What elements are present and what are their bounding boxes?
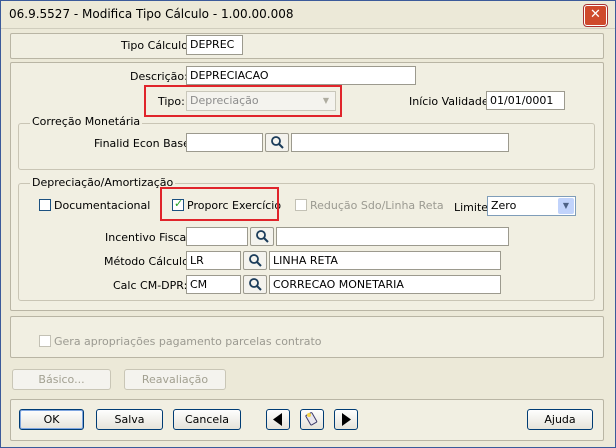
reavaliacao-button[interactable]: Reavaliação — [124, 369, 226, 390]
search-icon — [249, 278, 262, 291]
dialog-window: 06.9.5527 - Modifica Tipo Cálculo - 1.00… — [0, 0, 616, 448]
cancela-button[interactable]: Cancela — [173, 409, 241, 430]
gera-label: Gera apropriações pagamento parcelas con… — [54, 335, 322, 348]
descricao-label: Descrição: — [130, 70, 188, 83]
reducao-label: Redução Sdo/Linha Reta — [310, 199, 444, 212]
previous-button[interactable] — [266, 409, 290, 430]
descricao-field[interactable]: DEPRECIACAO — [186, 66, 416, 85]
highlight-tipo — [144, 85, 342, 117]
incentivo-label: Incentivo Fiscal: — [105, 231, 193, 244]
gera-checkbox[interactable] — [39, 335, 51, 347]
close-button[interactable]: ✕ — [584, 5, 607, 26]
documentacional-checkbox[interactable] — [39, 199, 51, 211]
limite-select[interactable]: Zero ▼ — [487, 196, 576, 216]
window-title: 06.9.5527 - Modifica Tipo Cálculo - 1.00… — [9, 7, 294, 21]
calc-cm-dpr-desc-field[interactable]: CORRECAO MONETARIA — [269, 275, 501, 294]
search-icon — [249, 254, 262, 267]
next-button[interactable] — [334, 409, 358, 430]
chevron-down-icon: ▼ — [558, 198, 574, 214]
calc-cm-dpr-label: Calc CM-DPR: — [113, 279, 188, 292]
search-navigation-button[interactable] — [300, 409, 324, 430]
incentivo-code-field[interactable] — [186, 227, 248, 246]
incentivo-desc-field[interactable] — [276, 227, 509, 246]
finalid-desc-field[interactable] — [291, 133, 509, 152]
salva-button[interactable]: Salva — [96, 409, 163, 430]
metodo-desc-field[interactable]: LINHA RETA — [269, 251, 501, 270]
calc-cm-dpr-search-button[interactable] — [243, 275, 267, 294]
reducao-checkbox[interactable] — [295, 199, 307, 211]
metodo-search-button[interactable] — [243, 251, 267, 270]
ajuda-button[interactable]: Ajuda — [527, 409, 593, 430]
basico-button[interactable]: Básico... — [12, 369, 111, 390]
triangle-right-icon — [342, 413, 351, 426]
incentivo-search-button[interactable] — [250, 227, 274, 246]
calc-cm-dpr-code-field[interactable]: CM — [186, 275, 241, 294]
finalid-code-field[interactable] — [186, 133, 263, 152]
tipo-calculo-label: Tipo Cálculo: — [121, 39, 192, 52]
correcao-group-title: Correção Monetária — [30, 115, 143, 128]
limite-select-value: Zero — [491, 199, 517, 212]
header-panel — [10, 33, 604, 59]
metodo-label: Método Cálculo: — [104, 255, 193, 268]
finalid-label: Finalid Econ Base: — [94, 137, 194, 150]
search-icon — [271, 136, 284, 149]
search-icon — [256, 230, 269, 243]
triangle-left-icon — [273, 413, 282, 426]
inicio-validade-field[interactable]: 01/01/0001 — [486, 91, 565, 110]
title-bar: 06.9.5527 - Modifica Tipo Cálculo - 1.00… — [1, 1, 615, 29]
inicio-validade-label: Início Validade: — [409, 95, 493, 108]
tipo-calculo-field[interactable]: DEPREC — [186, 35, 243, 55]
highlight-proporc — [160, 187, 279, 221]
finalid-search-button[interactable] — [265, 133, 289, 152]
depreciacao-group-title: Depreciação/Amortização — [30, 176, 176, 189]
metodo-code-field[interactable]: LR — [186, 251, 241, 270]
documentacional-label: Documentacional — [54, 199, 151, 212]
flashlight-icon — [305, 412, 318, 426]
ok-button[interactable]: OK — [19, 409, 84, 430]
